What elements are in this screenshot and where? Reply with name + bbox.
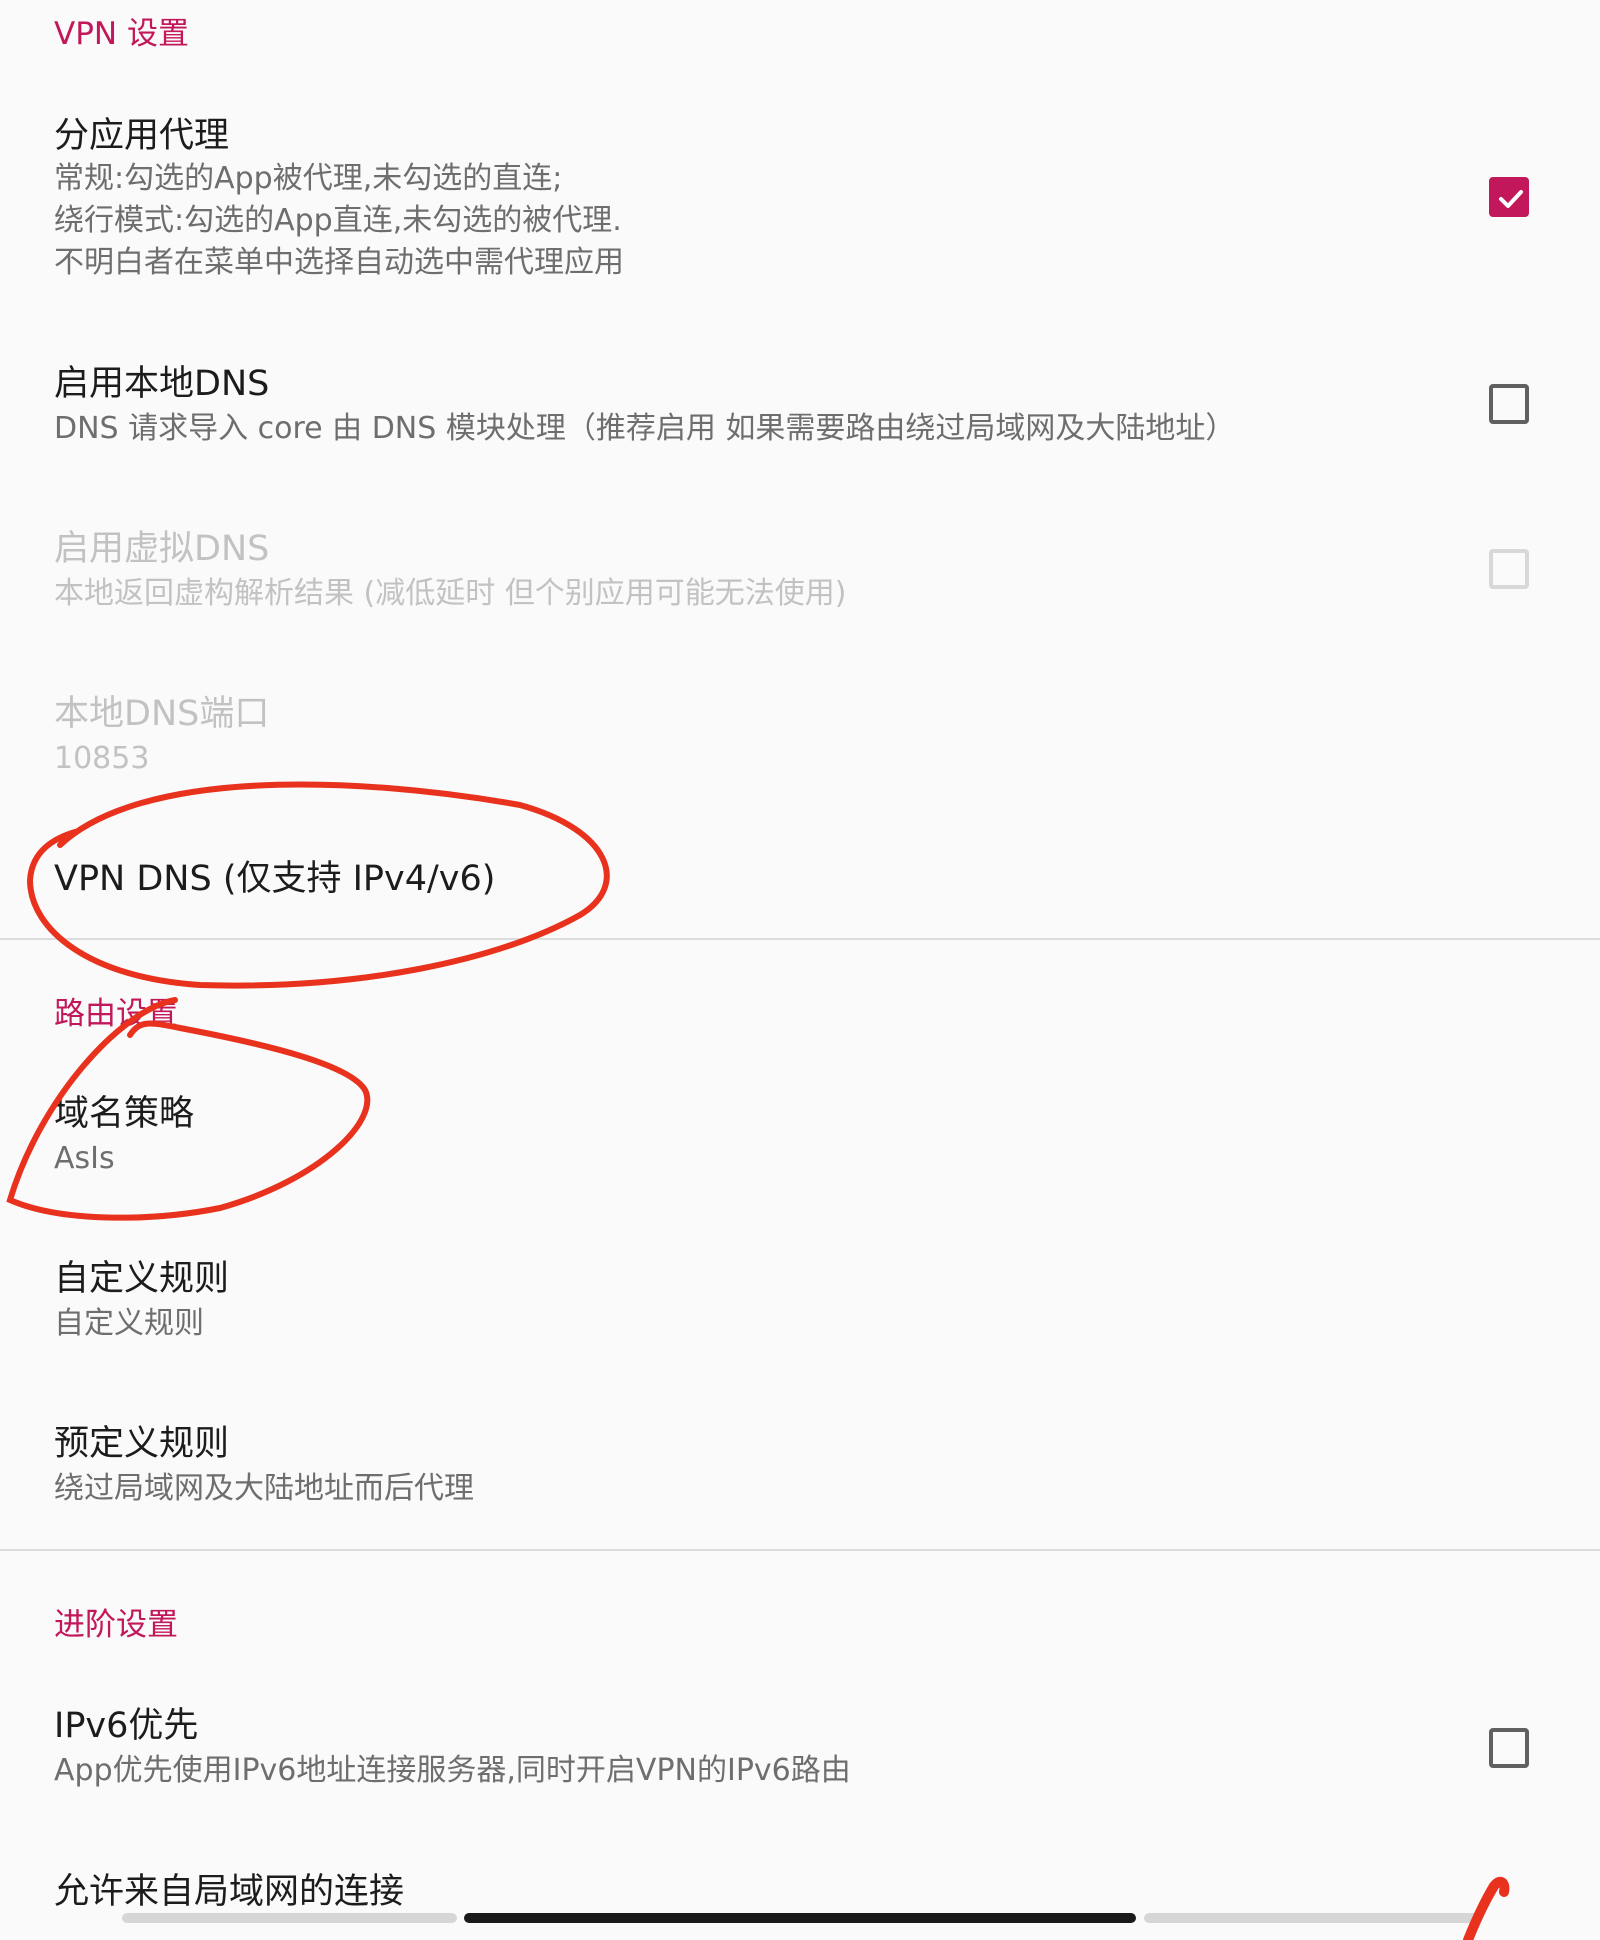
pref-summary: AsIs: [54, 1141, 115, 1176]
pref-summary: DNS 请求导入 core 由 DNS 模块处理（推荐启用 如果需要路由绕过局域…: [54, 411, 1236, 446]
pref-title: 启用本地DNS: [54, 364, 270, 404]
pref-title: 分应用代理: [54, 116, 230, 156]
scroll-indicator-left: [122, 1913, 457, 1923]
per-app-proxy-checkbox[interactable]: [1489, 177, 1529, 217]
pref-predefined-rules[interactable]: 预定义规则 绕过局域网及大陆地址而后代理: [0, 1410, 1600, 1530]
pref-title: 本地DNS端口: [54, 694, 270, 734]
pref-title: 域名策略: [54, 1094, 195, 1134]
pref-custom-rules[interactable]: 自定义规则 自定义规则: [0, 1245, 1600, 1365]
local-dns-checkbox[interactable]: [1489, 384, 1529, 424]
section-header-advanced: 进阶设置: [54, 1607, 178, 1643]
gesture-navigation-bar[interactable]: [464, 1913, 1136, 1923]
section-header-vpn: VPN 设置: [54, 16, 189, 52]
section-header-routing: 路由设置: [54, 996, 178, 1032]
pref-domain-strategy[interactable]: 域名策略 AsIs: [0, 1080, 1600, 1200]
fake-dns-checkbox: [1489, 549, 1529, 589]
pref-per-app-proxy[interactable]: 分应用代理 常规:勾选的App被代理,未勾选的直连; 绕行模式:勾选的App直连…: [0, 90, 1600, 310]
pref-title: VPN DNS (仅支持 IPv4/v6): [54, 859, 496, 899]
checkmark-icon: [1499, 190, 1523, 208]
pref-title: 自定义规则: [54, 1259, 230, 1299]
scroll-indicator-right: [1144, 1913, 1479, 1923]
pref-summary: 绕过局域网及大陆地址而后代理: [54, 1471, 474, 1506]
pref-summary: 10853: [54, 741, 150, 776]
pref-prefer-ipv6[interactable]: IPv6优先 App优先使用IPv6地址连接服务器,同时开启VPN的IPv6路由: [0, 1692, 1600, 1812]
pref-title: 预定义规则: [54, 1424, 230, 1464]
settings-page: VPN 设置 分应用代理 常规:勾选的App被代理,未勾选的直连; 绕行模式:勾…: [0, 0, 1600, 1940]
pref-summary: 自定义规则: [54, 1306, 204, 1341]
prefer-ipv6-checkbox[interactable]: [1489, 1728, 1529, 1768]
pref-summary: 常规:勾选的App被代理,未勾选的直连; 绕行模式:勾选的App直连,未勾选的被…: [54, 161, 624, 280]
pref-local-dns-port: 本地DNS端口 10853: [0, 680, 1600, 800]
section-divider: [0, 938, 1600, 940]
pref-allow-lan[interactable]: 允许来自局域网的连接: [0, 1858, 1600, 1940]
pref-summary: 本地返回虚构解析结果 (减低延时 但个别应用可能无法使用): [54, 576, 847, 611]
pref-local-dns[interactable]: 启用本地DNS DNS 请求导入 core 由 DNS 模块处理（推荐启用 如果…: [0, 350, 1600, 470]
pref-title: IPv6优先: [54, 1706, 199, 1746]
pref-fake-dns: 启用虚拟DNS 本地返回虚构解析结果 (减低延时 但个别应用可能无法使用): [0, 515, 1600, 635]
pref-title: 启用虚拟DNS: [54, 529, 270, 569]
pref-title: 允许来自局域网的连接: [54, 1872, 405, 1912]
section-divider: [0, 1549, 1600, 1551]
pref-summary: App优先使用IPv6地址连接服务器,同时开启VPN的IPv6路由: [54, 1753, 851, 1788]
pref-vpn-dns[interactable]: VPN DNS (仅支持 IPv4/v6): [0, 845, 1600, 935]
